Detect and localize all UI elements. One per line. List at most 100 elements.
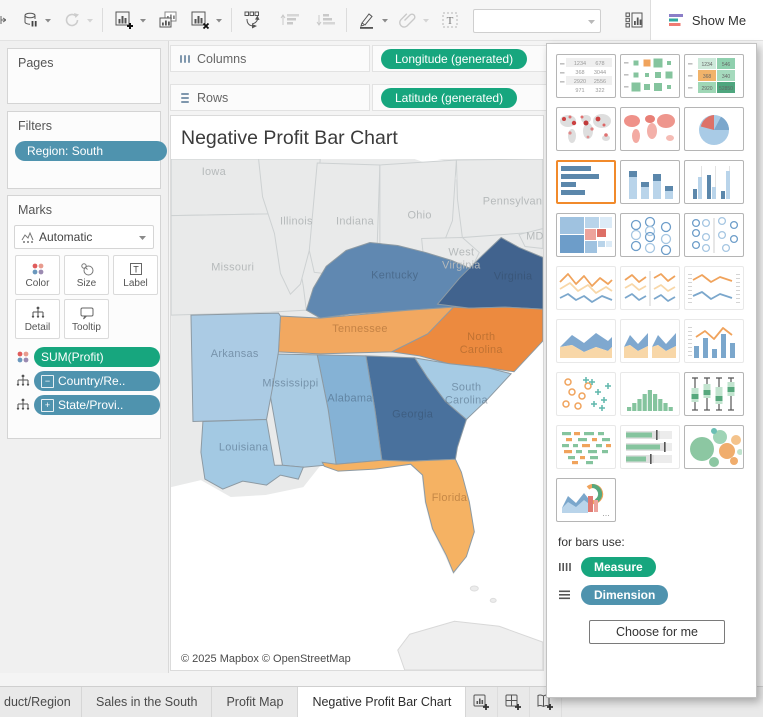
marks-button-tooltip[interactable]: Tooltip [64,299,109,339]
sidebar: Pages Filters Region: South Marks Automa… [0,41,169,673]
svg-text:322: 322 [595,88,604,94]
showme-tile-text-table[interactable]: 1234678368304429202556971322 [556,54,616,98]
new-worksheet-caret[interactable] [138,6,148,34]
columns-pill[interactable]: Longitude (generated) [381,49,527,69]
showme-tile-box-and-whisker[interactable] [684,372,744,416]
show-hide-cards-icon[interactable] [620,7,648,33]
expand-icon[interactable]: + [41,399,54,412]
svg-text:340: 340 [722,74,731,80]
map-label-indiana: Indiana [336,216,375,228]
map-label-illinois: Illinois [280,216,313,228]
showme-tile-continuous-lines[interactable] [556,266,616,310]
marks-button-detail[interactable]: Detail [15,299,60,339]
marks-button-color[interactable]: Color [15,255,60,295]
svg-text:T: T [133,265,139,275]
undo-partial-icon[interactable] [0,6,9,34]
size-icon [79,261,95,277]
marks-button-size[interactable]: Size [64,255,109,295]
filters-card[interactable]: Filters Region: South [7,111,161,189]
mark-type-caret [138,233,147,242]
show-mark-labels-icon[interactable]: T [437,6,463,34]
new-dashboard-tab-icon[interactable] [498,687,530,717]
filter-pill[interactable]: Region: South [15,141,167,161]
clear-sheet-caret[interactable] [214,6,224,34]
showme-tile-stacked-bars[interactable] [620,160,680,204]
svg-text:971: 971 [575,88,584,94]
showme-tile-dual-combination[interactable] [684,319,744,363]
showme-tile-scatter-plots[interactable] [556,372,616,416]
showme-tile-circle-views[interactable] [620,213,680,257]
detail-icon [15,373,31,389]
map-label-pennsylvania: Pennsylvania [483,196,543,208]
showme-tile-discrete-lines[interactable] [620,266,680,310]
rows-pill[interactable]: Latitude (generated) [381,88,517,108]
marks-button-label[interactable]: TLabel [113,255,158,295]
showme-tile-side-by-side-circles[interactable] [684,213,744,257]
showme-tile-horizontal-bars[interactable] [556,160,616,204]
toolbar: T Show Me [0,0,763,41]
marks-card[interactable]: Marks Automatic ColorSizeTLabelDetailToo… [7,195,161,439]
label-icon: T [128,261,144,277]
showme-tile-histogram[interactable] [620,372,680,416]
showme-tile-packed-bubbles[interactable] [684,425,744,469]
showme-tile-symbol-map[interactable] [556,107,616,151]
color-icon [30,261,46,277]
showme-tile-treemap[interactable] [556,213,616,257]
showme-tile-area-charts-continuous[interactable] [556,319,616,363]
requirement-pill-measure: Measure [581,557,656,577]
showme-tile-pie-chart[interactable] [684,107,744,151]
mark-type-dropdown[interactable]: Automatic [14,225,154,249]
showme-tile-area-charts-discrete[interactable] [620,319,680,363]
sheet-tab-1[interactable]: duct/Region [0,687,82,717]
map-view[interactable]: IowaMissouriIllinoisIndianaOhioPennsylva… [171,159,543,670]
svg-text:...: ... [602,508,610,518]
showme-tile-gantt[interactable] [556,425,616,469]
showme-tile-side-by-side-bars[interactable] [684,160,744,204]
fit-selector-combobox[interactable] [473,9,601,33]
highlight-caret[interactable] [380,6,390,34]
refresh-icon [59,6,85,34]
data-source-icon[interactable] [17,6,43,34]
clear-sheet-icon[interactable] [186,6,214,34]
rows-shelf[interactable]: Rows Latitude (generated) [170,84,548,111]
marks-pill[interactable]: −Country/Re.. [34,371,160,391]
duplicate-sheet-icon[interactable] [154,6,182,34]
showme-tile-filled-map[interactable] [620,107,680,151]
map-state-arkansas[interactable] [191,313,280,421]
marks-pill[interactable]: +State/Provi.. [34,395,160,415]
map-label-iowa: Iowa [202,166,227,178]
svg-text:2920: 2920 [701,86,712,92]
rows-icon [179,92,191,104]
automatic-mark-icon [21,231,34,244]
data-source-caret[interactable] [43,6,53,34]
columns-shelf[interactable]: Columns Longitude (generated) [170,45,548,72]
show-me-button[interactable]: Show Me [650,0,763,40]
sheet-tab-2[interactable]: Sales in the South [82,687,212,717]
refresh-caret [85,6,95,34]
choose-for-me-button[interactable]: Choose for me [589,620,725,644]
show-me-grid: 1234678368304429202556971322123454636834… [547,44,756,522]
sheet-tab-3[interactable]: Profit Map [212,687,298,717]
showme-tile-something-else[interactable]: ... [556,478,616,522]
showme-tile-highlight-table[interactable]: 1234546368340292052850 [684,54,744,98]
marks-pill[interactable]: SUM(Profit) [34,347,160,367]
sheet-tab-4[interactable]: Negative Profit Bar Chart [298,687,466,717]
showme-tile-bullet-graphs[interactable] [620,425,680,469]
swap-rows-columns-icon[interactable] [239,6,267,34]
rows-shelf-pills: Latitude (generated) [372,84,548,111]
collapse-icon[interactable]: − [41,375,54,388]
new-worksheet-tab-icon[interactable] [466,687,498,717]
paperclip-caret [421,6,431,34]
map-label-alabama: Alabama [327,393,373,405]
filters-title: Filters [8,112,160,133]
map-attribution: © 2025 Mapbox © OpenStreetMap [175,651,357,667]
showme-tile-heat-map[interactable] [620,54,680,98]
svg-text:546: 546 [722,62,731,68]
marks-pills: SUM(Profit) −Country/Re.. +State/Provi.. [8,347,160,419]
new-worksheet-icon[interactable] [110,6,138,34]
requirement-pill-dimension: Dimension [581,585,668,605]
highlight-icon[interactable] [354,6,380,34]
pages-card[interactable]: Pages [7,48,161,104]
svg-text:368: 368 [575,70,584,76]
showme-tile-dual-lines[interactable] [684,266,744,310]
